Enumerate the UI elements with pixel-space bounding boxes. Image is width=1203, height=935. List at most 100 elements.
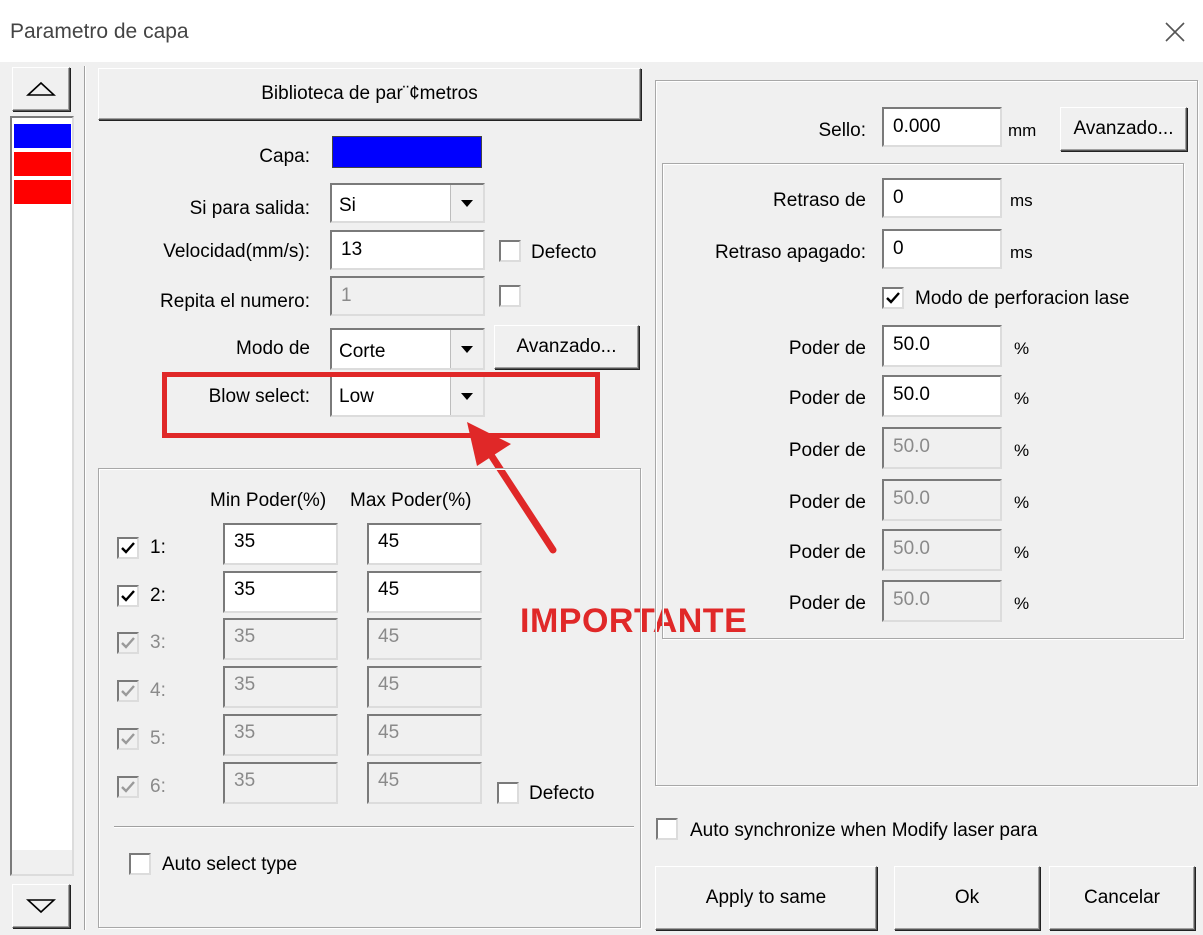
parameter-library-button[interactable]: Biblioteca de par¨¢metros: [98, 68, 641, 120]
power-row-max-input-6[interactable]: 45: [367, 762, 482, 804]
auto-sync-checkbox[interactable]: [656, 818, 678, 840]
power-row-checkbox-3[interactable]: [117, 632, 139, 654]
power-row-max-input-5[interactable]: 45: [367, 714, 482, 756]
power-row-label-1: 1:: [150, 537, 166, 558]
poder-label-6: Poder de: [788, 593, 866, 614]
poder-input-3[interactable]: 50.0: [882, 427, 1002, 469]
scroll-down-button[interactable]: [12, 884, 70, 928]
apagado-input[interactable]: 0: [882, 229, 1002, 269]
poder-label-2: Poder de: [788, 388, 866, 409]
poder-unit-4: %: [1014, 493, 1030, 512]
perforacion-checkbox[interactable]: [882, 287, 904, 309]
chevron-down-icon: [461, 345, 473, 353]
poder-input-1[interactable]: 50.0: [882, 325, 1002, 367]
scroll-up-button[interactable]: [12, 67, 70, 111]
layer-item-2[interactable]: [14, 152, 71, 176]
perforacion-label: Modo de perforacion lase: [915, 288, 1130, 309]
checkmark-icon: [121, 781, 135, 793]
sello-label: Sello:: [818, 120, 866, 141]
power-row-label-4: 4:: [150, 680, 166, 701]
checkmark-icon: [121, 733, 135, 745]
velocidad-input[interactable]: 13: [330, 230, 485, 270]
list-bottom-strip: [12, 850, 72, 874]
checkmark-icon: [121, 637, 135, 649]
poder-unit-5: %: [1014, 543, 1030, 562]
down-triangle-icon: [26, 899, 56, 914]
min-power-header: Min Poder(%): [210, 490, 327, 511]
modo-select-value: Corte: [339, 341, 386, 362]
ok-button[interactable]: Ok: [894, 866, 1040, 930]
retraso-input[interactable]: 0: [882, 178, 1002, 218]
apply-to-same-button[interactable]: Apply to same: [655, 866, 877, 930]
power-row-min-input-5[interactable]: 35: [223, 714, 338, 756]
apagado-label: Retraso apagado:: [714, 242, 866, 263]
checkmark-icon: [121, 685, 135, 697]
velocidad-label: Velocidad(mm/s):: [163, 241, 310, 262]
poder-unit-1: %: [1014, 339, 1030, 358]
poder-label-3: Poder de: [788, 440, 866, 461]
power-default-label: Defecto: [529, 783, 595, 804]
poder-input-6[interactable]: 50.0: [882, 580, 1002, 622]
sello-advanced-button[interactable]: Avanzado...: [1060, 107, 1187, 151]
auto-select-checkbox[interactable]: [129, 853, 151, 875]
window-title: Parametro de capa: [10, 20, 189, 43]
power-row-min-input-4[interactable]: 35: [223, 666, 338, 708]
layer-item-1[interactable]: [14, 124, 71, 148]
salida-select[interactable]: Si: [330, 183, 485, 223]
power-row-checkbox-2[interactable]: [117, 585, 139, 607]
poder-label-4: Poder de: [788, 492, 866, 513]
power-row-label-5: 5:: [150, 728, 166, 749]
modo-label: Modo de: [236, 338, 310, 359]
checkmark-icon: [121, 590, 135, 602]
cancel-button[interactable]: Cancelar: [1049, 866, 1195, 930]
power-row-checkbox-4[interactable]: [117, 680, 139, 702]
modo-advanced-button[interactable]: Avanzado...: [494, 325, 639, 369]
poder-label-5: Poder de: [788, 542, 866, 563]
power-default-checkbox[interactable]: [497, 782, 519, 804]
up-triangle-icon: [26, 81, 56, 96]
power-row-label-6: 6:: [150, 776, 166, 797]
poder-input-5[interactable]: 50.0: [882, 529, 1002, 571]
modo-dropdown-button[interactable]: [450, 330, 483, 368]
salida-dropdown-button[interactable]: [450, 185, 483, 221]
power-separator: [114, 826, 634, 828]
retraso-label: Retraso de: [773, 190, 866, 211]
capa-label: Capa:: [259, 146, 310, 167]
checkmark-icon: [121, 542, 135, 554]
power-row-min-input-2[interactable]: 35: [223, 571, 338, 613]
layer-color-swatch[interactable]: [332, 136, 482, 168]
poder-label-1: Poder de: [788, 338, 866, 359]
poder-input-4[interactable]: 50.0: [882, 479, 1002, 521]
layer-list[interactable]: [10, 116, 74, 876]
power-row-max-input-4[interactable]: 45: [367, 666, 482, 708]
power-row-checkbox-1[interactable]: [117, 537, 139, 559]
apagado-unit: ms: [1010, 243, 1033, 262]
velocidad-default-label: Defecto: [531, 242, 597, 263]
power-row-min-input-1[interactable]: 35: [223, 523, 338, 565]
poder-unit-6: %: [1014, 594, 1030, 613]
power-row-max-input-2[interactable]: 45: [367, 571, 482, 613]
power-row-label-2: 2:: [150, 585, 166, 606]
power-row-min-input-3[interactable]: 35: [223, 618, 338, 660]
sello-input[interactable]: 0.000: [882, 107, 1002, 147]
modo-select[interactable]: Corte: [330, 328, 485, 370]
chevron-down-icon: [461, 199, 473, 207]
poder-unit-2: %: [1014, 389, 1030, 408]
poder-input-2[interactable]: 50.0: [882, 375, 1002, 417]
repita-checkbox[interactable]: [499, 285, 521, 307]
salida-label: Si para salida:: [189, 198, 310, 219]
power-row-max-input-1[interactable]: 45: [367, 523, 482, 565]
power-row-max-input-3[interactable]: 45: [367, 618, 482, 660]
repita-input[interactable]: 1: [330, 276, 485, 316]
close-icon[interactable]: [1163, 20, 1187, 44]
retraso-unit: ms: [1010, 191, 1033, 210]
power-row-checkbox-6[interactable]: [117, 776, 139, 798]
power-row-checkbox-5[interactable]: [117, 728, 139, 750]
velocidad-default-checkbox[interactable]: [499, 240, 521, 262]
salida-select-value: Si: [339, 195, 356, 216]
power-row-min-input-6[interactable]: 35: [223, 762, 338, 804]
checkmark-icon: [886, 292, 900, 304]
auto-select-label: Auto select type: [162, 854, 298, 875]
layer-item-3[interactable]: [14, 180, 71, 204]
max-power-header: Max Poder(%): [350, 490, 472, 511]
